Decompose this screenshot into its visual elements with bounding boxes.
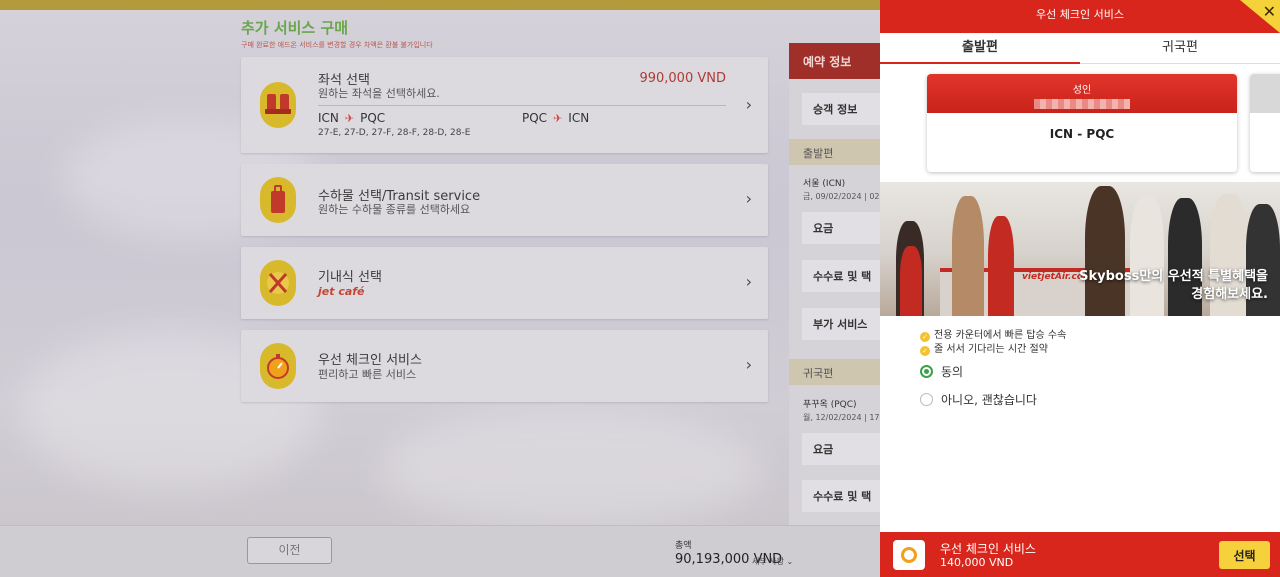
seat-selection-card[interactable]: 좌석 선택 원하는 좌석을 선택하세요. 990,000 VND ICN ✈ PQC… — [241, 57, 768, 153]
page-title: 추가 서비스 구매 — [241, 19, 349, 37]
plane-icon: ✈ — [553, 112, 563, 125]
passenger-card-next[interactable] — [1250, 74, 1280, 172]
select-button[interactable]: 선택 — [1219, 541, 1270, 569]
radio-unselected-icon[interactable] — [920, 393, 933, 406]
fare-row[interactable]: 요금 — [802, 212, 880, 244]
return-fees-row[interactable]: 수수료 및 택 — [802, 480, 880, 512]
return-fare-row[interactable]: 요금 — [802, 433, 880, 465]
route-destination: PQC — [360, 111, 386, 125]
promo-line-2: 경험해보세요. — [1191, 287, 1268, 302]
promo-image: vietjetAir.com Skyboss만의 우선적 특별혜택을 경험해보세… — [880, 182, 1280, 316]
route-origin: PQC — [522, 111, 548, 125]
promo-line-1: Skyboss만의 우선적 특별혜택을 — [1079, 269, 1268, 284]
top-strip — [0, 0, 880, 10]
return-section: 귀국편 — [789, 359, 880, 385]
meal-selection-card[interactable]: 기내식 선택 jet café › — [241, 247, 768, 319]
panel-footer: 우선 체크인 서비스 140,000 VND 선택 — [880, 532, 1280, 577]
passenger-type: 성인 — [1072, 85, 1092, 96]
page-subtitle: 구매 완료한 애드온 서비스를 변경할 경우 차액은 환불 불가입니다 — [241, 41, 433, 49]
return-route: 푸꾸옥 (PQC) — [803, 400, 857, 410]
tab-departure[interactable]: 출발편 — [880, 33, 1080, 64]
fees-row[interactable]: 수수료 및 택 — [802, 260, 880, 292]
seat-description: 원하는 좌석을 선택하세요. — [318, 87, 440, 100]
passenger-name-redacted — [1034, 99, 1130, 109]
radio-selected-icon[interactable] — [920, 365, 933, 378]
chevron-right-icon: › — [745, 272, 752, 291]
reservation-header: 예약 정보 — [789, 43, 880, 79]
passenger-info[interactable]: 승객 정보 — [802, 93, 880, 125]
luggage-icon — [260, 177, 296, 223]
details-label: 세부 사항 — [752, 557, 784, 566]
stopwatch-icon — [260, 343, 296, 389]
total-label: 총액 — [675, 541, 692, 551]
panel-header: 우선 체크인 서비스 — [880, 0, 1280, 33]
priority-checkin-card[interactable]: 우선 체크인 서비스 편리하고 빠른 서비스 › — [241, 330, 768, 402]
checkin-description: 편리하고 빠른 서비스 — [318, 368, 417, 381]
seat-price: 990,000 VND — [639, 71, 726, 86]
footer-service-name: 우선 체크인 서비스 — [940, 542, 1036, 556]
decline-label: 아니오, 괜찮습니다 — [941, 393, 1037, 407]
chevron-down-icon: ⌄ — [786, 557, 794, 566]
bottom-bar: 이전 총액 90,193,000 VND 세부 사항 ⌄ — [0, 525, 880, 577]
close-icon[interactable]: ✕ — [1263, 4, 1276, 20]
divider — [318, 105, 726, 106]
footer-service-price: 140,000 VND — [940, 556, 1014, 569]
selected-seats: 27-E, 27-D, 27-F, 28-F, 28-D, 28-E — [318, 128, 471, 138]
passenger-card-header: 성인 — [927, 74, 1237, 113]
jet-cafe-logo: jet café — [318, 285, 365, 298]
passenger-card[interactable]: 성인 ICN - PQC — [927, 74, 1237, 172]
baggage-description: 원하는 수하물 종류를 선택하세요 — [318, 203, 471, 216]
return-date: 월, 12/02/2024 | 17 — [803, 413, 880, 422]
route-destination: ICN — [568, 111, 590, 125]
service-icon — [893, 540, 925, 570]
chevron-right-icon: › — [745, 189, 752, 208]
benefit-text: 줄 서서 기다리는 시간 절약 — [934, 344, 1048, 355]
chevron-right-icon: › — [745, 95, 752, 114]
tab-return[interactable]: 귀국편 — [1080, 33, 1280, 64]
meal-title: 기내식 선택 — [318, 270, 382, 285]
departure-route: 서울 (ICN) — [803, 179, 846, 189]
benefit-item: ✓ 줄 서서 기다리는 시간 절약 — [920, 340, 1048, 356]
agree-option[interactable]: 동의 — [920, 363, 963, 380]
chevron-right-icon: › — [745, 355, 752, 374]
addons-row[interactable]: 부가 서비스 — [802, 308, 880, 340]
seat-route-return: PQC ✈ ICN — [522, 111, 589, 125]
passenger-route: ICN - PQC — [1049, 127, 1115, 141]
agree-label: 동의 — [941, 365, 964, 379]
decline-option[interactable]: 아니오, 괜찮습니다 — [920, 391, 1037, 408]
reservation-sidebar: 예약 정보 승객 정보 출발편 서울 (ICN) 금, 09/02/2024 |… — [789, 43, 880, 525]
promo-text: Skyboss만의 우선적 특별혜택을 경험해보세요. — [1079, 268, 1268, 304]
departure-date: 금, 09/02/2024 | 02 — [803, 192, 880, 201]
check-icon: ✓ — [920, 346, 930, 356]
details-toggle[interactable]: 세부 사항 ⌄ — [752, 556, 793, 567]
panel-title: 우선 체크인 서비스 — [1036, 8, 1124, 21]
meal-icon — [260, 260, 296, 306]
previous-button[interactable]: 이전 — [247, 537, 332, 564]
route-origin: ICN — [318, 111, 339, 125]
seat-icon — [260, 82, 296, 128]
departure-section: 출발편 — [789, 139, 880, 165]
plane-icon: ✈ — [344, 112, 355, 125]
priority-checkin-panel: 우선 체크인 서비스 ✕ 출발편 귀국편 성인 ICN - PQC vietje… — [880, 0, 1280, 577]
baggage-selection-card[interactable]: 수하물 선택/Transit service 원하는 수하물 종류를 선택하세요… — [241, 164, 768, 236]
seat-route-outbound: ICN ✈ PQC — [318, 111, 385, 125]
